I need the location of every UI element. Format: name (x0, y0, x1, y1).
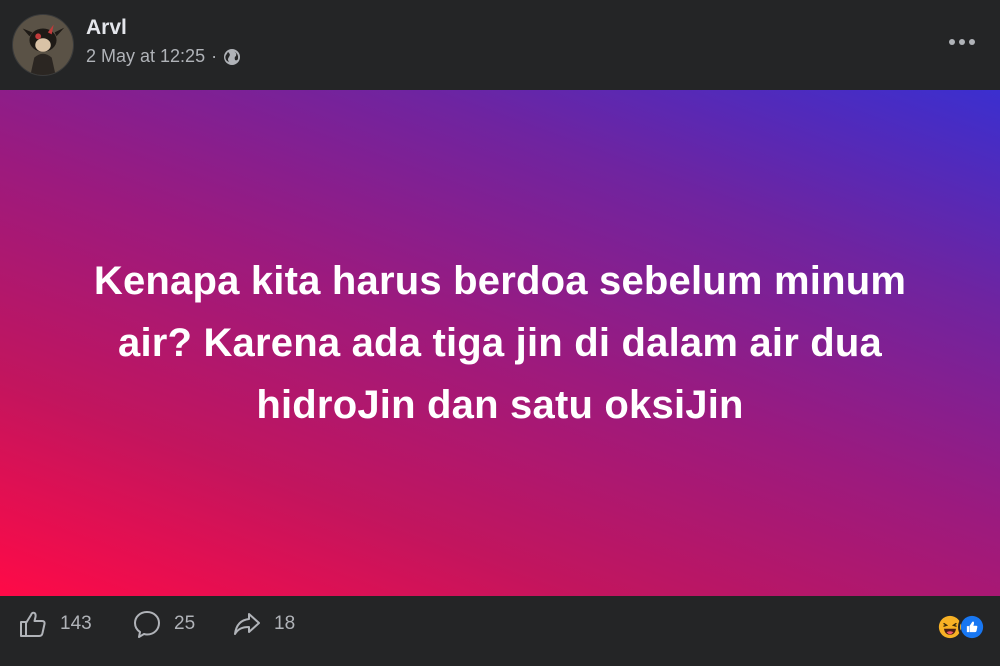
post-timestamp[interactable]: 2 May at 12:25 (86, 46, 205, 67)
text-post-background: Kenapa kita harus berdoa sebelum minum a… (0, 90, 1000, 596)
post-meta: 2 May at 12:25 · (86, 46, 241, 67)
share-count: 18 (274, 613, 296, 634)
post-text: Kenapa kita harus berdoa sebelum minum a… (93, 259, 907, 427)
author-avatar[interactable] (12, 14, 74, 76)
reaction-summary[interactable] (936, 612, 986, 642)
like-count: 143 (60, 613, 92, 634)
share-button[interactable]: 18 (232, 610, 295, 638)
meta-separator: · (211, 46, 218, 66)
like-button[interactable]: 143 (18, 610, 92, 638)
thumbs-up-icon (20, 611, 46, 637)
globe-icon[interactable] (223, 48, 241, 66)
author-name[interactable]: Arvl (86, 16, 127, 40)
post-footer: 143 25 18 (0, 596, 1000, 666)
comment-button[interactable]: 25 (132, 610, 195, 638)
post-header: Arvl 2 May at 12:25 · (0, 0, 1000, 90)
facebook-post: Arvl 2 May at 12:25 · Kenapa kita harus … (0, 0, 1000, 666)
comment-count: 25 (174, 613, 196, 634)
more-options-icon (949, 39, 975, 45)
more-options-button[interactable] (944, 28, 980, 56)
like-reaction-icon (958, 613, 986, 641)
avatar-image (13, 15, 73, 75)
share-arrow-icon (234, 613, 260, 635)
comment-bubble-icon (134, 611, 160, 638)
